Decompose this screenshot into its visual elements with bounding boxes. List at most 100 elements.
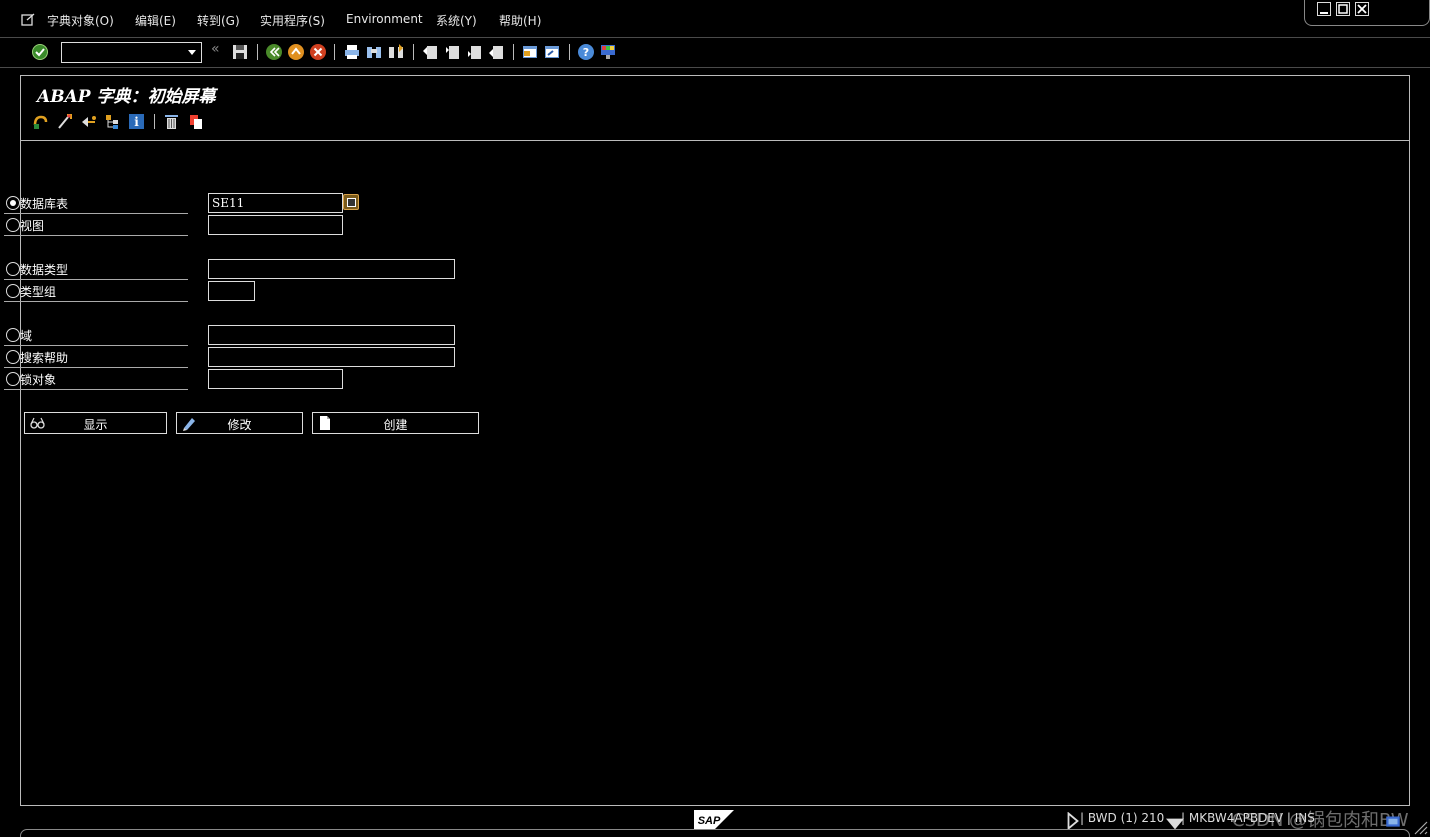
change-button-label: 修改 — [227, 418, 252, 432]
row-underline — [4, 389, 188, 390]
last-page-icon[interactable] — [487, 43, 505, 61]
status-system: | BWD (1) 210 — [1080, 811, 1165, 825]
page-title: ABAP 字典：初始屏幕 — [37, 87, 216, 107]
where-used-icon[interactable] — [80, 113, 97, 130]
check-icon[interactable] — [56, 113, 73, 130]
row-domain: 域 — [4, 325, 194, 347]
menu-icon[interactable] — [20, 12, 36, 28]
row-underline — [4, 213, 188, 214]
data-type-field[interactable] — [208, 259, 455, 279]
svg-text:SAP: SAP — [698, 815, 721, 827]
close-icon[interactable] — [1355, 2, 1369, 16]
menu-goto[interactable]: 转到(G) — [197, 12, 240, 29]
svg-text:i: i — [134, 115, 139, 129]
title-area: ABAP 字典：初始屏幕 i — [21, 76, 1409, 141]
radio-database-table[interactable] — [6, 196, 20, 210]
domain-input[interactable] — [209, 326, 454, 344]
find-next-icon[interactable] — [387, 43, 405, 61]
info-icon[interactable]: i — [128, 113, 145, 130]
status-lock-icon — [1384, 812, 1400, 827]
database-table-input[interactable] — [209, 194, 342, 212]
customize-layout-icon[interactable] — [599, 43, 617, 61]
lock-object-field[interactable] — [208, 369, 343, 389]
label-view: 视图 — [20, 219, 45, 233]
next-page-icon[interactable] — [465, 43, 483, 61]
minimize-icon[interactable] — [1317, 2, 1331, 16]
label-lock-object: 锁对象 — [20, 373, 57, 387]
menu-edit[interactable]: 编辑(E) — [135, 12, 176, 29]
value-help-icon[interactable] — [343, 194, 359, 210]
toolbar-separator — [257, 44, 258, 60]
enter-icon[interactable] — [31, 43, 49, 61]
row-lock-object: 锁对象 — [4, 369, 194, 391]
maximize-icon[interactable] — [1336, 2, 1350, 16]
search-help-input[interactable] — [209, 348, 454, 366]
row-underline — [4, 279, 188, 280]
search-help-field[interactable] — [208, 347, 455, 367]
radio-view[interactable] — [6, 218, 20, 232]
copy-icon[interactable] — [187, 113, 204, 130]
resize-grip-icon[interactable] — [1410, 817, 1428, 835]
view-field[interactable] — [208, 215, 343, 235]
row-underline — [4, 367, 188, 368]
create-session-icon[interactable] — [521, 43, 539, 61]
previous-page-icon[interactable] — [443, 43, 461, 61]
radio-search-help[interactable] — [6, 350, 20, 364]
command-field[interactable] — [61, 42, 202, 63]
print-icon[interactable] — [343, 43, 361, 61]
main-frame: ABAP 字典：初始屏幕 i — [20, 75, 1410, 806]
label-data-type: 数据类型 — [20, 263, 69, 277]
window-bottom-edge — [20, 829, 1410, 837]
chevron-down-icon[interactable] — [188, 50, 196, 55]
lock-object-input[interactable] — [209, 370, 342, 388]
menu-dictionary-object[interactable]: 字典对象(O) — [47, 12, 114, 29]
row-data-type: 数据类型 — [4, 259, 194, 281]
back-icon[interactable] — [265, 43, 283, 61]
save-icon[interactable] — [231, 43, 249, 61]
label-search-help: 搜索帮助 — [20, 351, 69, 365]
data-type-input[interactable] — [209, 260, 454, 278]
display-button[interactable]: 显示 — [24, 412, 167, 434]
display-button-label: 显示 — [83, 418, 108, 432]
menu-system[interactable]: 系统(Y) — [436, 12, 477, 29]
find-icon[interactable] — [365, 43, 383, 61]
radio-data-type[interactable] — [6, 262, 20, 276]
cancel-icon[interactable] — [309, 43, 327, 61]
toolbar-separator — [513, 44, 514, 60]
row-search-help: 搜索帮助 — [4, 347, 194, 369]
menu-help[interactable]: 帮助(H) — [499, 12, 541, 29]
window-controls — [1304, 0, 1430, 26]
first-page-icon[interactable] — [421, 43, 439, 61]
type-group-field[interactable] — [208, 281, 255, 301]
domain-field[interactable] — [208, 325, 455, 345]
chevron-down-icon[interactable] — [1166, 815, 1184, 830]
label-domain: 域 — [20, 329, 33, 343]
row-underline — [4, 345, 188, 346]
view-input[interactable] — [209, 216, 342, 234]
command-input[interactable] — [62, 43, 182, 62]
status-expand-icon[interactable] — [1064, 812, 1079, 830]
toolbar-separator — [154, 114, 155, 129]
menu-utilities[interactable]: 实用程序(S) — [260, 12, 325, 29]
row-underline — [4, 235, 188, 236]
help-icon[interactable]: ? — [577, 43, 595, 61]
menu-environment[interactable]: Environment — [346, 12, 423, 26]
radio-domain[interactable] — [6, 328, 20, 342]
type-group-input[interactable] — [209, 282, 254, 300]
change-button[interactable]: 修改 — [176, 412, 303, 434]
row-underline — [4, 301, 188, 302]
row-type-group: 类型组 — [4, 281, 194, 303]
radio-lock-object[interactable] — [6, 372, 20, 386]
other-object-icon[interactable] — [32, 113, 49, 130]
delete-icon[interactable] — [163, 113, 180, 130]
collapse-icon[interactable]: « — [211, 41, 220, 57]
database-table-field[interactable] — [208, 193, 343, 213]
radio-type-group[interactable] — [6, 284, 20, 298]
row-view: 视图 — [4, 215, 194, 237]
hierarchy-icon[interactable] — [104, 113, 121, 130]
exit-icon[interactable] — [287, 43, 305, 61]
create-button[interactable]: 创建 — [312, 412, 479, 434]
create-button-label: 创建 — [383, 418, 408, 432]
shortcut-icon[interactable] — [543, 43, 561, 61]
label-database-table: 数据库表 — [20, 197, 69, 211]
